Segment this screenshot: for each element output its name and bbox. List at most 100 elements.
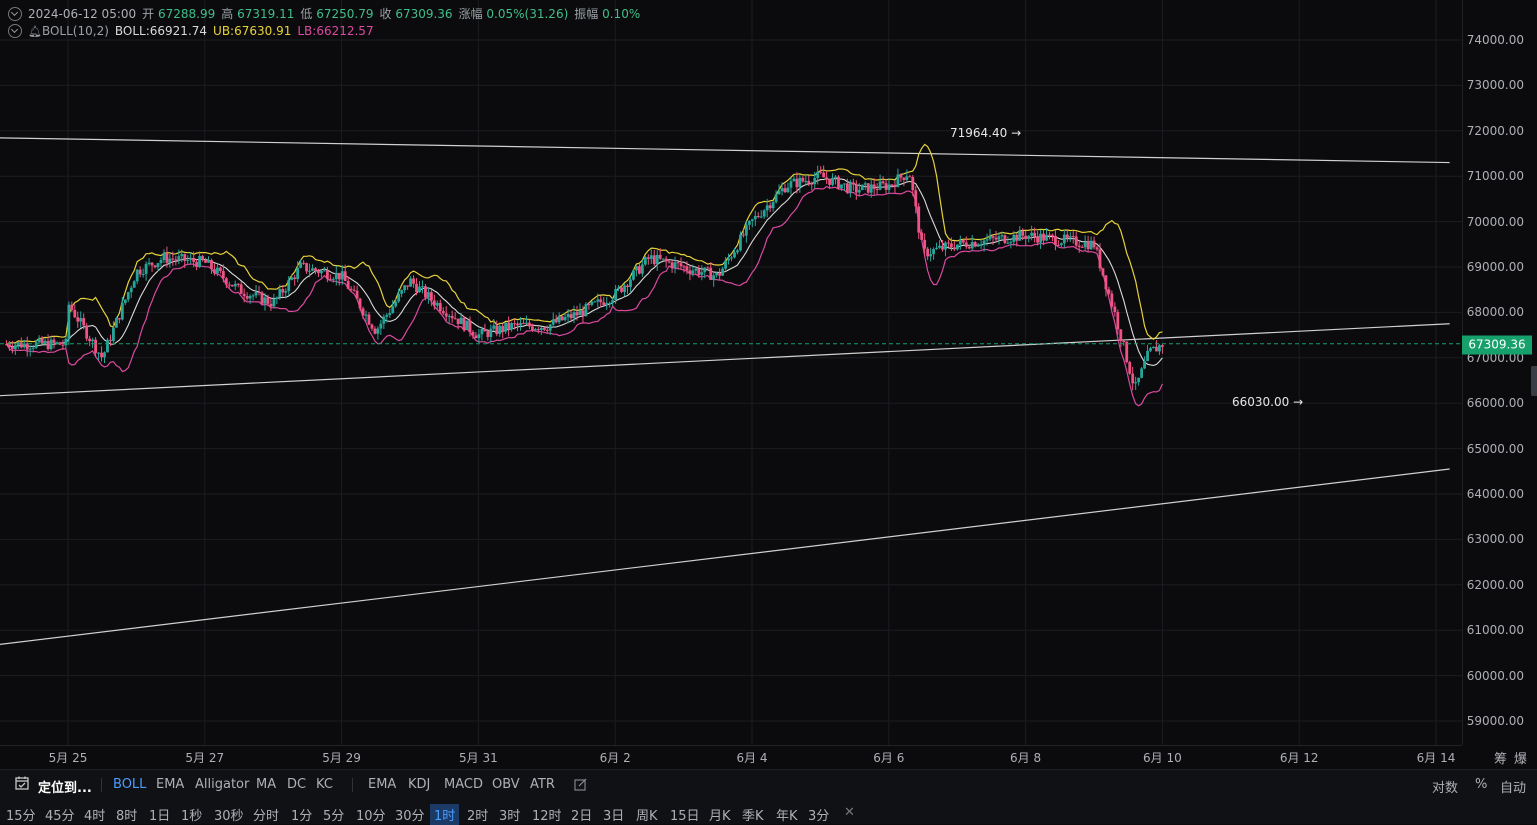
interval-1d[interactable]: 1日 <box>149 805 170 824</box>
edit-indicators-icon[interactable] <box>574 778 587 795</box>
chart-plot-area[interactable]: 2024-06-12 05:00 开 67288.99 高 67319.11 低… <box>0 0 1462 745</box>
candle-down <box>1131 373 1135 384</box>
candle-down <box>204 260 207 263</box>
candle-down <box>171 258 175 260</box>
interval-2d[interactable]: 2日 <box>571 805 592 824</box>
indicator-ma[interactable]: MA <box>256 777 276 792</box>
interval-month[interactable]: 月K <box>709 805 731 824</box>
candle-up <box>932 249 935 255</box>
candle-up <box>1068 236 1072 238</box>
candle-up <box>385 314 389 317</box>
liquidation-button[interactable]: 爆 <box>1514 748 1527 767</box>
collapse-icon[interactable] <box>8 24 22 38</box>
interval-30m[interactable]: 30分 <box>395 805 425 824</box>
indicator-alligator[interactable]: Alligator <box>195 777 249 792</box>
candle-down <box>495 325 499 335</box>
candle-up <box>985 239 989 241</box>
candle-up <box>640 264 644 274</box>
sub-indicator-macd[interactable]: MACD <box>444 777 483 792</box>
boll-indicator-name[interactable]: BOLL(10,2) <box>42 24 109 38</box>
interval-8h[interactable]: 8时 <box>116 805 137 824</box>
interval-45m[interactable]: 45分 <box>45 805 75 824</box>
sub-indicator-atr[interactable]: ATR <box>530 777 555 792</box>
price-tick-label: 68000.00 <box>1466 305 1524 320</box>
candle-down <box>355 290 359 299</box>
candle-down <box>682 266 686 268</box>
chips-button[interactable]: 筹 <box>1494 748 1507 767</box>
candle-up <box>382 316 386 324</box>
indicator-kc[interactable]: KC <box>316 777 333 792</box>
candlestick-chart[interactable] <box>0 0 1462 745</box>
change-value: 0.05%(31.26) <box>486 7 569 21</box>
interval-timeline[interactable]: 分时 <box>253 805 279 824</box>
candle-down <box>994 237 998 240</box>
interval-1h[interactable]: 1时 <box>430 804 460 825</box>
collapse-icon[interactable] <box>8 6 22 21</box>
interval-3m[interactable]: 3分 <box>808 805 829 824</box>
candle-up <box>730 257 733 259</box>
sub-indicator-kdj[interactable]: KDJ <box>408 777 430 792</box>
interval-5m[interactable]: 5分 <box>323 805 344 824</box>
time-tick-label: 6月 4 <box>736 751 768 765</box>
candle-down <box>239 284 243 294</box>
candle-down <box>795 178 799 188</box>
candle-up <box>831 177 834 185</box>
log-scale-button[interactable]: 对数 <box>1432 777 1458 796</box>
close-icon[interactable]: ✕ <box>844 805 855 820</box>
candle-up <box>290 277 294 280</box>
candle-down <box>1098 249 1102 269</box>
interval-1s[interactable]: 1秒 <box>181 805 202 824</box>
indicator-ema[interactable]: EMA <box>156 777 184 792</box>
locate-to-button[interactable]: 定位到... <box>38 777 92 796</box>
candle-up <box>691 270 695 274</box>
candle-up <box>557 316 561 323</box>
time-tick-label: 5月 29 <box>322 751 361 765</box>
interval-10m[interactable]: 10分 <box>356 805 386 824</box>
candle-down <box>872 184 876 189</box>
sub-indicator-ema[interactable]: EMA <box>368 777 396 792</box>
candle-down <box>85 325 89 339</box>
price-tick-label: 74000.00 <box>1466 33 1524 47</box>
candle-up <box>418 286 421 293</box>
candle-up <box>905 176 909 180</box>
candle-up <box>629 279 632 288</box>
candle-down <box>768 205 772 209</box>
interval-1m[interactable]: 1分 <box>291 805 312 824</box>
interval-3h[interactable]: 3时 <box>499 805 520 824</box>
candle-up <box>97 352 100 354</box>
candle-down <box>964 242 968 247</box>
interval-4h[interactable]: 4时 <box>84 805 105 824</box>
interval-12h[interactable]: 12时 <box>532 805 562 824</box>
indicator-boll[interactable]: BOLL <box>113 777 146 792</box>
candle-down <box>373 328 377 334</box>
time-axis[interactable]: 5月 25 5月 27 5月 29 5月 31 6月 2 6月 4 6月 6 6月 8 6月 1… <box>0 745 1462 768</box>
candle-up <box>254 291 258 296</box>
interval-30s[interactable]: 30秒 <box>214 805 244 824</box>
candle-up <box>447 315 451 317</box>
candle-down <box>575 312 579 316</box>
interval-15m[interactable]: 15分 <box>6 805 36 824</box>
candle-down <box>456 318 460 325</box>
interval-15d[interactable]: 15日 <box>670 805 700 824</box>
interval-2h[interactable]: 2时 <box>467 805 488 824</box>
boll-ub-value: UB:67630.91 <box>213 24 292 38</box>
price-tick-label: 66000.00 <box>1466 396 1524 411</box>
amplitude-value: 0.10% <box>602 7 641 21</box>
calendar-icon[interactable] <box>14 775 30 791</box>
price-tick-label: 69000.00 <box>1466 260 1524 274</box>
interval-year[interactable]: 年K <box>776 805 798 824</box>
low-label: 低 <box>300 7 313 21</box>
sub-indicator-obv[interactable]: OBV <box>492 777 520 792</box>
bell-icon[interactable]: 🔔︎ <box>28 25 42 38</box>
interval-week[interactable]: 周K <box>636 805 658 824</box>
percent-scale-button[interactable]: % <box>1475 777 1487 792</box>
auto-scale-button[interactable]: 自动 <box>1500 777 1526 796</box>
interval-quarter[interactable]: 季K <box>742 805 764 824</box>
candle-up <box>572 312 576 319</box>
price-axis[interactable]: 74000.00 73000.00 72000.00 71000.00 70000.00… <box>1462 0 1537 745</box>
candle-up <box>887 184 891 190</box>
interval-3d[interactable]: 3日 <box>603 805 624 824</box>
side-panel-handle[interactable] <box>1531 366 1537 396</box>
candle-down <box>1122 340 1126 342</box>
indicator-dc[interactable]: DC <box>287 777 306 792</box>
